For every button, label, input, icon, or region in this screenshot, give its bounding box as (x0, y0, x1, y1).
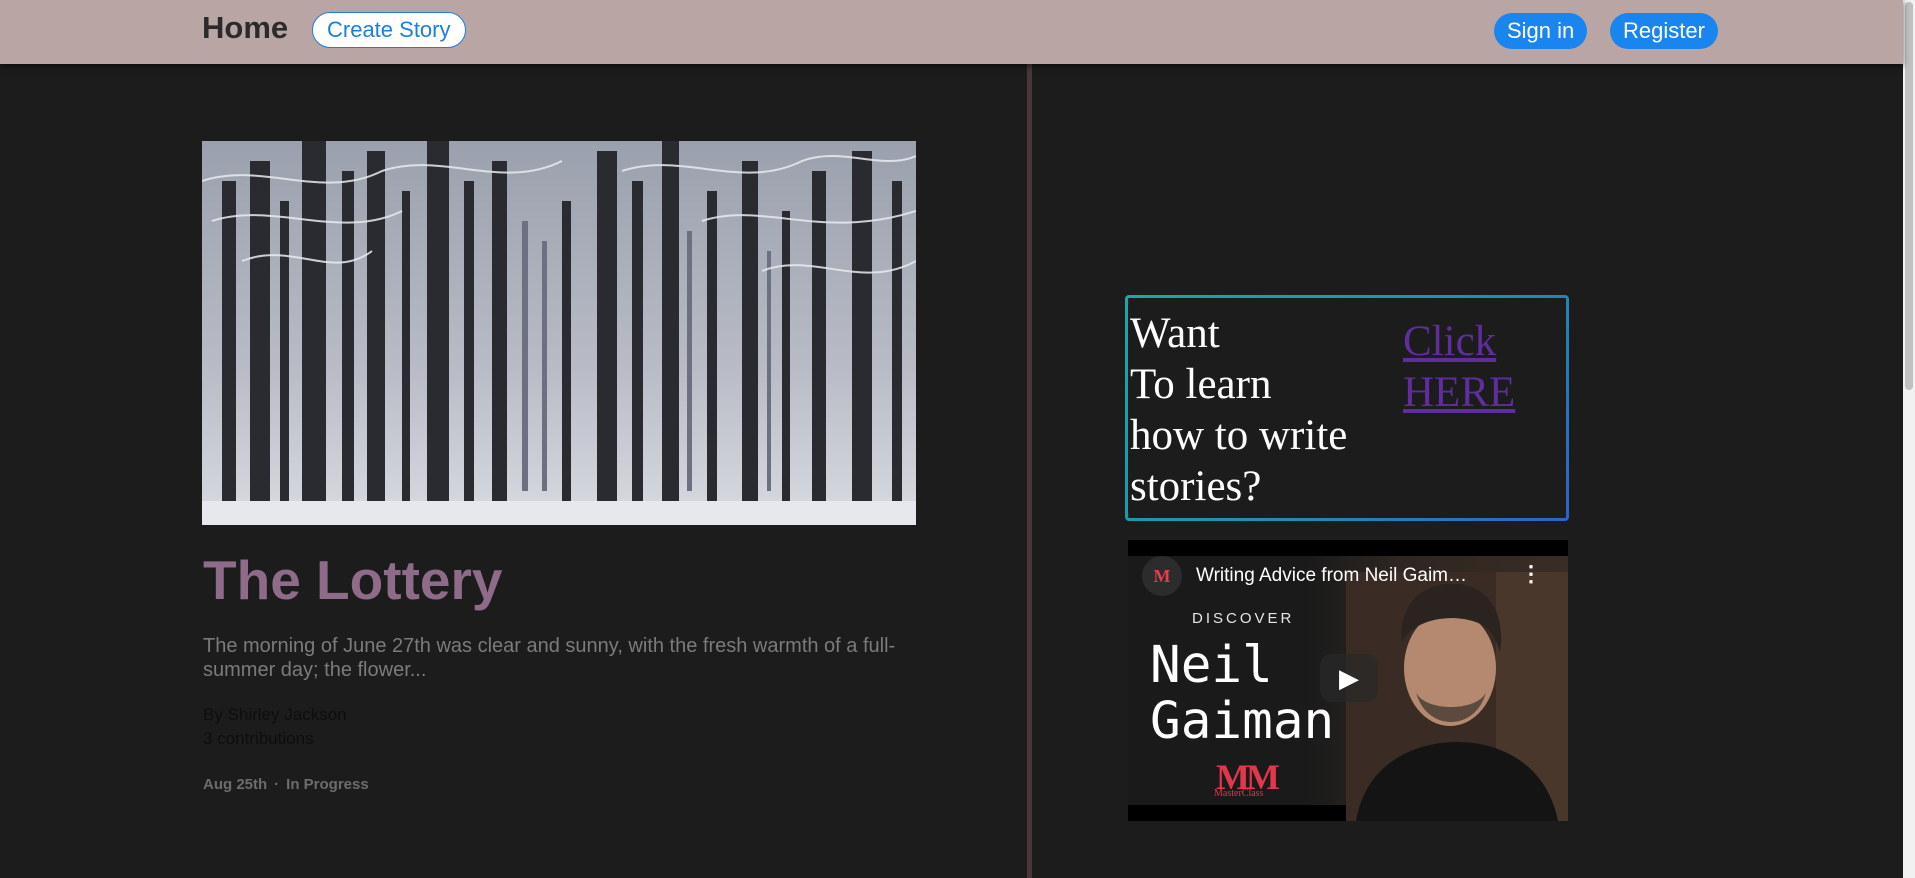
video-name-overlay: Neil Gaiman (1150, 638, 1330, 750)
learn-prompt: Want To learn how to write stories? (1130, 308, 1360, 512)
scrollbar-thumb[interactable] (1905, 2, 1913, 390)
name-line-1: Neil (1150, 638, 1273, 695)
learn-line-2: To learn (1130, 361, 1272, 408)
link-line-2: HERE (1403, 369, 1516, 416)
masterclass-wordmark: MasterClass (1214, 788, 1264, 799)
story-date: Aug 25th (203, 776, 268, 793)
learn-line-4: stories? (1130, 463, 1262, 510)
click-here-link[interactable]: Click HERE (1403, 316, 1553, 418)
learn-writing-box: Want To learn how to write stories? Clic… (1125, 295, 1569, 521)
story-status: In Progress (286, 776, 369, 793)
register-button[interactable]: Register (1610, 13, 1718, 49)
sign-in-button[interactable]: Sign in (1494, 13, 1588, 49)
create-story-button[interactable]: Create Story (312, 12, 466, 48)
kebab-icon[interactable]: ⋮ (1520, 562, 1542, 586)
home-link[interactable]: Home (202, 10, 288, 46)
winter-forest-photo (202, 141, 916, 525)
story-contributions: 3 contributions (203, 729, 314, 748)
learn-line-3: how to write (1130, 412, 1348, 459)
top-navbar: Home Create Story Sign in Register (0, 0, 1903, 64)
column-divider (1027, 64, 1032, 878)
speaker-portrait (1346, 572, 1568, 821)
video-category: DISCOVER (1192, 610, 1295, 627)
story-author: By Shirley Jackson (203, 705, 347, 724)
video-embed[interactable]: DISCOVER Neil Gaiman MM MasterClass M Wr… (1128, 540, 1568, 821)
play-icon[interactable]: ▶ (1320, 654, 1378, 702)
story-excerpt: The morning of June 27th was clear and s… (203, 635, 896, 681)
story-cover-image[interactable] (202, 141, 916, 525)
name-line-2: Gaiman (1150, 692, 1330, 750)
story-title[interactable]: The Lottery (203, 548, 502, 612)
link-line-1: Click (1403, 318, 1497, 365)
video-title[interactable]: Writing Advice from Neil Gaiman ... (1196, 565, 1476, 587)
meta-separator: · (274, 776, 280, 793)
story-meta: Aug 25th · In Progress (203, 776, 369, 793)
channel-avatar[interactable]: M (1142, 556, 1182, 596)
learn-line-1: Want (1130, 310, 1220, 357)
speaker-photo (1346, 572, 1568, 821)
